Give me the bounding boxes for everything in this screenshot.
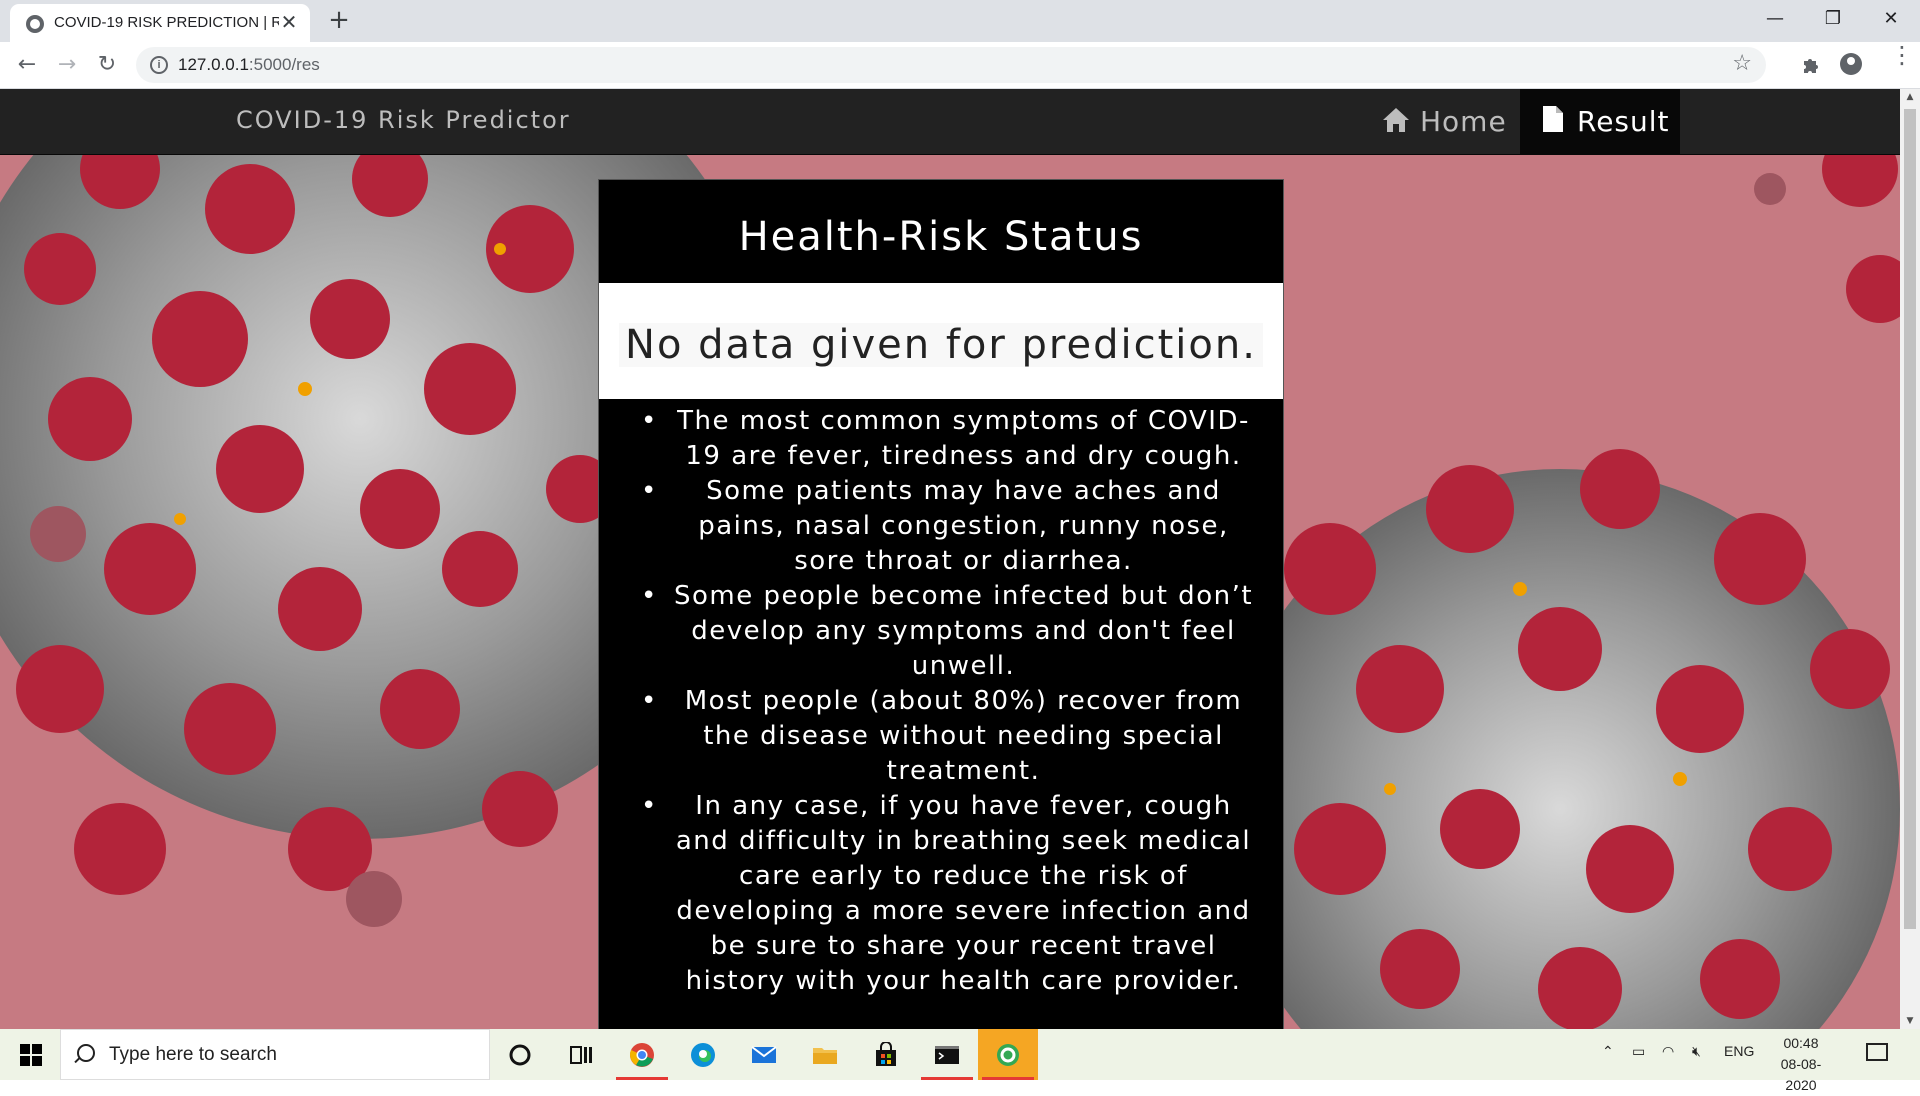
tray-chevron-icon[interactable]: ⌃ bbox=[1602, 1043, 1614, 1060]
nav-home-link[interactable]: Home bbox=[1368, 89, 1520, 154]
new-tab-button[interactable]: + bbox=[324, 5, 354, 35]
tab-close-button[interactable]: ✕ bbox=[278, 11, 300, 33]
cortana-icon[interactable] bbox=[490, 1029, 550, 1080]
bookmark-star-icon[interactable]: ☆ bbox=[1732, 51, 1752, 76]
reload-button[interactable]: ↻ bbox=[92, 50, 122, 80]
profile-avatar-icon[interactable] bbox=[1840, 53, 1862, 75]
minimize-button[interactable]: — bbox=[1746, 0, 1804, 38]
info-icon[interactable]: i bbox=[150, 56, 168, 74]
search-icon bbox=[77, 1044, 95, 1062]
prediction-result-text: No data given for prediction. bbox=[619, 323, 1263, 367]
prediction-result-panel: No data given for prediction. bbox=[599, 283, 1283, 399]
clock-date: 08-08-2020 bbox=[1780, 1056, 1822, 1093]
home-icon bbox=[1383, 108, 1409, 132]
menu-kebab-icon[interactable]: ⋮ bbox=[1890, 43, 1914, 67]
chrome-taskbar-icon[interactable] bbox=[612, 1029, 672, 1080]
taskbar-clock[interactable]: 00:48 08-08-2020 bbox=[1768, 1033, 1834, 1096]
taskbar-search-placeholder: Type here to search bbox=[109, 1044, 277, 1065]
battery-icon[interactable]: ▭ bbox=[1632, 1043, 1645, 1060]
notification-icon[interactable] bbox=[1866, 1043, 1888, 1061]
restore-button[interactable]: ❐ bbox=[1804, 0, 1862, 38]
url-text: 127.0.0.1:5000/res bbox=[178, 55, 320, 75]
volume-muted-icon[interactable]: 🔇︎ bbox=[1692, 1043, 1701, 1060]
url-path: :5000/res bbox=[248, 55, 320, 74]
list-item: In any case, if you have fever, cough an… bbox=[599, 789, 1283, 999]
scrollbar-thumb[interactable] bbox=[1904, 109, 1916, 929]
nav-home-label: Home bbox=[1420, 105, 1507, 138]
nav-result-link[interactable]: Result bbox=[1520, 89, 1680, 154]
navbar-brand[interactable]: COVID-19 Risk Predictor bbox=[236, 106, 571, 134]
file-explorer-icon[interactable] bbox=[795, 1029, 855, 1080]
tab-strip: COVID-19 RISK PREDICTION | Res ✕ + — ❐ ✕ bbox=[0, 0, 1920, 42]
nav-result-label: Result bbox=[1577, 105, 1670, 138]
list-item: Most people (about 80%) recover from the… bbox=[599, 684, 1283, 789]
card-title: Health-Risk Status bbox=[738, 214, 1144, 260]
tab-title: COVID-19 RISK PREDICTION | Res bbox=[54, 14, 279, 31]
task-view-icon[interactable] bbox=[551, 1029, 611, 1080]
site-navbar: COVID-19 Risk Predictor Home Result bbox=[0, 89, 1900, 155]
back-button[interactable]: ← bbox=[12, 50, 42, 80]
globe-icon bbox=[26, 15, 44, 33]
scroll-up-arrow-icon[interactable]: ▲ bbox=[1900, 89, 1920, 105]
list-item: Some patients may have aches and pains, … bbox=[599, 474, 1283, 579]
windows-start-icon[interactable] bbox=[20, 1044, 42, 1066]
list-item: The most common symptoms of COVID-19 are… bbox=[599, 404, 1283, 474]
taskbar-search-box[interactable]: Type here to search bbox=[60, 1029, 490, 1080]
page-viewport: COVID-19 Risk Predictor Home Result Heal… bbox=[0, 89, 1900, 1029]
language-indicator[interactable]: ENG bbox=[1724, 1043, 1754, 1059]
covid-info-list: The most common symptoms of COVID-19 are… bbox=[599, 404, 1283, 999]
wifi-icon[interactable]: ◠ bbox=[1662, 1043, 1674, 1060]
browser-tab[interactable]: COVID-19 RISK PREDICTION | Res ✕ bbox=[10, 4, 310, 42]
clock-time: 00:48 bbox=[1783, 1035, 1819, 1051]
terminal-taskbar-icon[interactable] bbox=[917, 1029, 977, 1080]
list-item: Some people become infected but don’t de… bbox=[599, 579, 1283, 684]
url-host: 127.0.0.1 bbox=[178, 55, 249, 74]
file-icon bbox=[1543, 106, 1563, 132]
address-bar[interactable]: i 127.0.0.1:5000/res ☆ bbox=[136, 47, 1766, 83]
extensions-puzzle-icon[interactable] bbox=[1796, 50, 1826, 80]
edge-taskbar-icon[interactable] bbox=[673, 1029, 733, 1080]
health-risk-card: Health-Risk Status No data given for pre… bbox=[598, 179, 1284, 1029]
windows-taskbar: Type here to search ⌃ ▭ ◠ 🔇︎ ENG 00:48 0… bbox=[0, 1029, 1920, 1093]
browser-toolbar: ← → ↻ i 127.0.0.1:5000/res ☆ bbox=[0, 42, 1920, 89]
close-window-button[interactable]: ✕ bbox=[1862, 0, 1920, 38]
mail-taskbar-icon[interactable] bbox=[734, 1029, 794, 1080]
app-taskbar-icon[interactable] bbox=[978, 1029, 1038, 1080]
scroll-down-arrow-icon[interactable]: ▼ bbox=[1900, 1013, 1920, 1029]
store-taskbar-icon[interactable] bbox=[856, 1029, 916, 1080]
page-scrollbar[interactable]: ▲ ▼ bbox=[1900, 89, 1920, 1029]
forward-button[interactable]: → bbox=[52, 50, 82, 80]
